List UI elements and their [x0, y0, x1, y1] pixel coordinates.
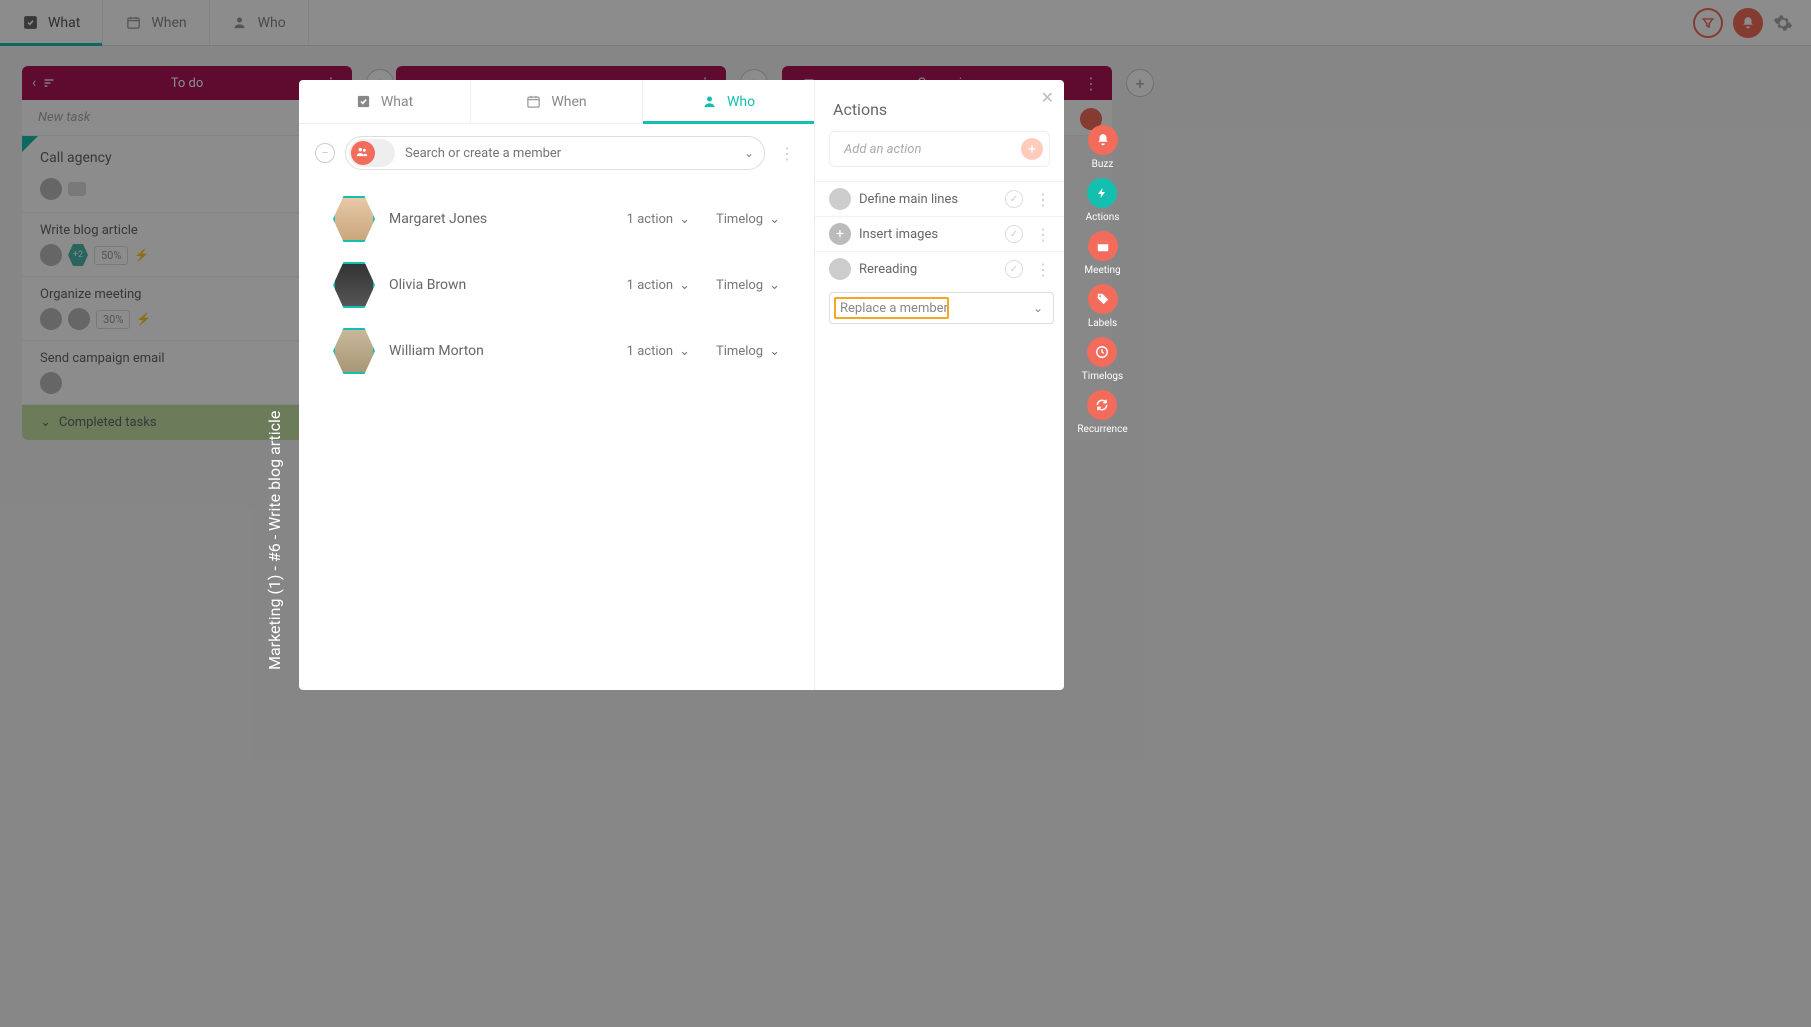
chevron-down-icon: ⌄	[679, 344, 690, 359]
tab-label: Who	[727, 94, 755, 110]
rail-label: Buzz	[1092, 159, 1114, 170]
avatar	[333, 262, 375, 308]
action-label: Rereading	[859, 262, 917, 277]
rail-label: Recurrence	[1077, 424, 1127, 435]
chevron-down-icon: ⌄	[679, 278, 690, 293]
member-list: Margaret Jones 1 action⌄ Timelog⌄ Olivia…	[299, 182, 814, 388]
side-rail: Buzz Actions Meeting Labels Timelogs Rec…	[1075, 125, 1130, 435]
action-item[interactable]: Define main lines ✓ ⋮	[815, 181, 1064, 216]
action-menu[interactable]: ⋮	[1031, 190, 1054, 209]
avatar	[333, 196, 375, 242]
timelog-dropdown[interactable]: Timelog⌄	[716, 212, 780, 227]
timelog-dropdown[interactable]: Timelog⌄	[716, 344, 780, 359]
actions-panel: ✕ Actions Add an action + Define main li…	[815, 80, 1064, 690]
chevron-down-icon: ⌄	[769, 278, 780, 293]
person-icon	[702, 94, 717, 109]
chevron-down-icon[interactable]: ⌄	[744, 146, 754, 160]
add-action-button[interactable]: +	[1021, 138, 1043, 160]
actions-dropdown[interactable]: 1 action⌄	[627, 212, 690, 227]
member-name: Margaret Jones	[389, 211, 601, 227]
calendar-icon	[526, 94, 541, 109]
member-name: William Morton	[389, 343, 601, 359]
member-search-row: − ⌄ ⋮	[299, 124, 814, 182]
action-item[interactable]: Rereading ✓ ⋮	[815, 251, 1064, 286]
rail-actions[interactable]: Actions	[1086, 178, 1120, 223]
tab-label: What	[381, 94, 413, 110]
group-icon	[355, 145, 369, 159]
rail-label: Meeting	[1084, 265, 1120, 276]
chevron-down-icon: ⌄	[679, 212, 690, 227]
avatar	[829, 258, 851, 280]
actions-dropdown[interactable]: 1 action⌄	[627, 344, 690, 359]
avatar	[333, 328, 375, 374]
search-input[interactable]	[395, 146, 744, 161]
action-item[interactable]: + Insert images ✓ ⋮	[815, 216, 1064, 251]
assign-avatar[interactable]: +	[829, 223, 851, 245]
tag-icon	[1088, 284, 1118, 314]
member-search[interactable]: ⌄	[345, 136, 765, 170]
complete-toggle[interactable]: ✓	[1005, 225, 1023, 243]
group-toggle[interactable]	[349, 139, 395, 167]
rail-buzz[interactable]: Buzz	[1088, 125, 1118, 170]
rail-timelogs[interactable]: Timelogs	[1082, 337, 1123, 382]
close-button[interactable]: ✕	[1041, 88, 1054, 107]
rail-label: Timelogs	[1082, 371, 1123, 382]
actions-dropdown[interactable]: 1 action⌄	[627, 278, 690, 293]
complete-toggle[interactable]: ✓	[1005, 190, 1023, 208]
bell-icon	[1088, 125, 1118, 155]
replace-member-dropdown[interactable]: Replace a member ⌄	[829, 292, 1054, 324]
check-square-icon	[356, 94, 371, 109]
replace-placeholder: Replace a member	[840, 301, 948, 316]
rail-meeting[interactable]: Meeting	[1084, 231, 1120, 276]
actions-title: Actions	[815, 80, 1064, 131]
rail-label: Actions	[1086, 212, 1120, 223]
calendar-icon	[1088, 231, 1118, 261]
rail-label: Labels	[1088, 318, 1117, 329]
refresh-icon	[1087, 390, 1117, 420]
timelog-dropdown[interactable]: Timelog⌄	[716, 278, 780, 293]
add-action-input[interactable]: Add an action +	[829, 131, 1050, 167]
modal-tab-who[interactable]: Who	[643, 80, 814, 123]
chevron-down-icon: ⌄	[1033, 301, 1043, 315]
chevron-down-icon: ⌄	[769, 344, 780, 359]
complete-toggle[interactable]: ✓	[1005, 260, 1023, 278]
modal-tab-when[interactable]: When	[471, 80, 643, 123]
bolt-icon	[1087, 178, 1117, 208]
action-label: Define main lines	[859, 192, 958, 207]
modal-vertical-title: Marketing (1) - #6 - Write blog article	[265, 411, 284, 670]
search-menu[interactable]: ⋮	[775, 144, 798, 163]
modal-tabs: What When Who	[299, 80, 814, 124]
modal-tab-what[interactable]: What	[299, 80, 471, 123]
member-row[interactable]: Olivia Brown 1 action⌄ Timelog⌄	[299, 252, 814, 318]
task-modal: What When Who −	[299, 80, 1064, 690]
clock-icon	[1087, 337, 1117, 367]
member-name: Olivia Brown	[389, 277, 601, 293]
chevron-down-icon: ⌄	[769, 212, 780, 227]
action-menu[interactable]: ⋮	[1031, 225, 1054, 244]
collapse-button[interactable]: −	[315, 143, 335, 163]
rail-recurrence[interactable]: Recurrence	[1077, 390, 1127, 435]
member-row[interactable]: William Morton 1 action⌄ Timelog⌄	[299, 318, 814, 384]
tab-label: When	[551, 94, 586, 110]
avatar	[829, 188, 851, 210]
member-row[interactable]: Margaret Jones 1 action⌄ Timelog⌄	[299, 186, 814, 252]
action-label: Insert images	[859, 227, 938, 242]
modal-who-panel: What When Who −	[299, 80, 815, 690]
rail-labels[interactable]: Labels	[1088, 284, 1118, 329]
action-menu[interactable]: ⋮	[1031, 260, 1054, 279]
add-action-placeholder: Add an action	[844, 142, 921, 157]
